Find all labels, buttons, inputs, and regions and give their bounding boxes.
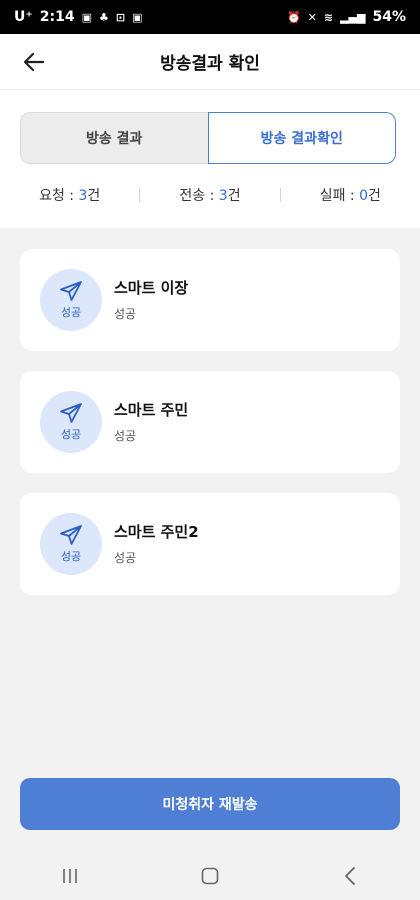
tab-broadcast-result[interactable]: 방송 결과 [20,112,208,164]
badge-label: 성공 [60,428,82,441]
badge-label: 성공 [60,550,82,563]
recipient-name: 스마트 주민 [114,401,189,419]
tab-broadcast-result-check[interactable]: 방송 결과확인 [207,112,396,164]
badge-label: 성공 [60,306,82,319]
summary-panel: 방송 결과 방송 결과확인 요청 : 3건 전송 : 3건 실패 : 0건 [0,90,420,228]
back-button[interactable] [20,48,48,76]
carrier-label: U⁺ [14,9,33,25]
page-title: 방송결과 확인 [160,54,260,74]
result-card[interactable]: 성공 스마트 이장 성공 [20,249,400,351]
paper-plane-icon [60,281,82,301]
success-badge: 성공 [40,513,102,575]
home-icon [201,867,219,885]
result-status: 성공 [114,307,137,321]
success-badge: 성공 [40,391,102,453]
status-bar: U⁺ 2:14 ▣ ♣ ⊡ ▣ ⏰ ✕ ≋ ▂▄▆ 54% [0,0,420,34]
resend-unheard-button[interactable]: 미청취자 재발송 [20,778,400,830]
status-left: U⁺ 2:14 ▣ ♣ ⊡ ▣ [14,9,143,25]
signal-icon: ▂▄▆ [340,10,366,24]
recipient-name: 스마트 주민2 [114,523,199,541]
image-icon: ▣ [132,10,143,24]
stat-sent-value: 3 [218,188,228,204]
gallery-icon: ▣ [81,10,92,24]
recent-apps-button[interactable] [40,856,100,896]
chevron-left-icon [345,867,355,885]
recipient-name: 스마트 이장 [114,279,189,297]
arrow-left-icon [23,52,45,72]
app-header: 방송결과 확인 [0,34,420,90]
system-nav-bar [0,852,420,900]
status-right: ⏰ ✕ ≋ ▂▄▆ 54% [287,9,406,25]
mute-icon: ✕ [307,10,317,24]
lock-icon: ⊡ [115,10,126,24]
tab-switcher: 방송 결과 방송 결과확인 [20,112,396,164]
stat-request: 요청 : 3건 [0,185,139,205]
notification-icon: ♣ [99,10,109,24]
recent-apps-icon [63,869,77,883]
result-card[interactable]: 성공 스마트 주민2 성공 [20,493,400,595]
stat-failed-value: 0 [359,188,369,204]
system-back-button[interactable] [320,856,380,896]
lte-icon: ≋ [323,10,334,24]
result-status: 성공 [114,429,137,443]
home-button[interactable] [180,856,240,896]
stat-failed-label: 실패 : [319,188,360,204]
result-card[interactable]: 성공 스마트 주민 성공 [20,371,400,473]
stat-failed: 실패 : 0건 [281,185,420,205]
stats-row: 요청 : 3건 전송 : 3건 실패 : 0건 [0,182,420,208]
alarm-icon: ⏰ [286,10,301,24]
stat-sent-label: 전송 : [179,188,219,204]
stat-sent: 전송 : 3건 [140,185,279,205]
stat-failed-unit: 건 [368,188,381,204]
stat-request-unit: 건 [87,188,101,204]
clock: 2:14 [39,9,75,25]
result-status: 성공 [114,551,137,565]
success-badge: 성공 [40,269,102,331]
stat-sent-unit: 건 [227,188,241,204]
battery-label: 54% [372,9,406,25]
stat-request-label: 요청 : [39,188,79,204]
paper-plane-icon [60,525,82,545]
paper-plane-icon [60,403,82,423]
